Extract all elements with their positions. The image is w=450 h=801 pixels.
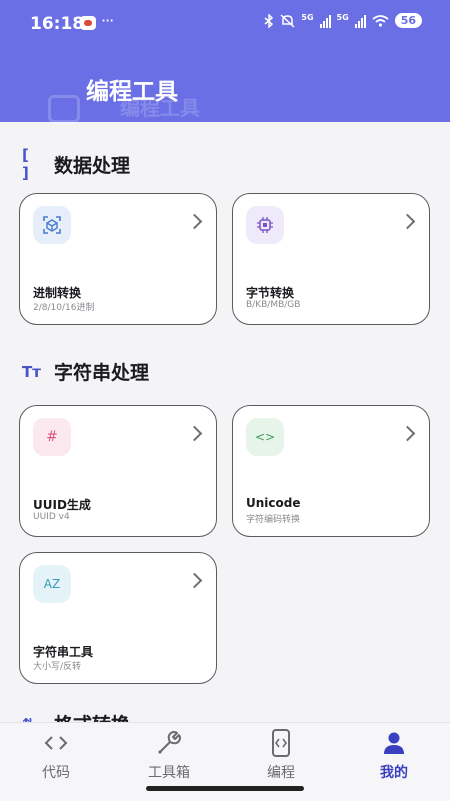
code-icon: <> <box>246 418 284 456</box>
network-a-label: 5G <box>301 13 314 22</box>
nav-label: 我的 <box>380 765 408 781</box>
card-base-convert[interactable]: 进制转换 2/8/10/16进制 <box>19 193 217 325</box>
status-bar: 16:18 ··· 5G 5G 56 <box>0 0 450 48</box>
card-description: 2/8/10/16进制 <box>33 303 95 313</box>
chevron-right-icon <box>399 425 416 442</box>
section-data-processing: [ ] 数据处理 <box>22 146 130 182</box>
signal-b-icon <box>354 14 366 28</box>
card-description: 大小写/反转 <box>33 662 82 672</box>
card-title: UUID生成 <box>33 498 91 512</box>
wifi-icon <box>372 15 389 27</box>
nav-label: 编程 <box>267 765 295 781</box>
card-byte-convert[interactable]: 字节转换 B/KB/MB/GB <box>232 193 430 325</box>
card-description: B/KB/MB/GB <box>246 300 301 310</box>
card-uuid[interactable]: # UUID生成 UUID v4 <box>19 405 217 537</box>
more-notifications: ··· <box>101 11 114 30</box>
nav-item-programming[interactable]: 编程 <box>236 729 326 782</box>
nav-label: 工具箱 <box>148 765 190 781</box>
card-title: 进制转换 <box>33 286 82 300</box>
card-title: 字符串工具 <box>33 645 94 659</box>
chevron-right-icon <box>399 213 416 230</box>
az-sort-icon: AZ <box>33 565 71 603</box>
chevron-right-icon <box>186 425 203 442</box>
chevron-right-icon <box>186 572 203 589</box>
home-indicator[interactable] <box>146 786 304 791</box>
battery-indicator: 56 <box>394 13 422 28</box>
person-icon <box>349 729 439 757</box>
card-string-tools[interactable]: AZ 字符串工具 大小写/反转 <box>19 552 217 684</box>
signal-a-icon <box>319 14 331 28</box>
page-title: 编程工具 <box>86 79 178 105</box>
hash-icon: # <box>33 418 71 456</box>
chevron-right-icon <box>186 213 203 230</box>
card-description: 字符编码转换 <box>246 515 301 525</box>
nav-item-mine[interactable]: 我的 <box>349 729 439 782</box>
cube-scan-icon <box>33 206 71 244</box>
app-header: 16:18 ··· 5G 5G 56 编程工具 编程工具 <box>0 0 450 123</box>
wrench-icon <box>124 729 214 757</box>
tool-list[interactable]: [ ] 数据处理 进制转换 2/8/10/16进制 字节转换 B/KB/MB/G… <box>0 122 450 722</box>
card-title: 字节转换 <box>246 286 295 300</box>
text-size-icon: Tт <box>22 362 41 381</box>
section-title: 数据处理 <box>54 154 131 177</box>
network-b-label: 5G <box>336 13 349 22</box>
device-code-icon <box>236 729 326 757</box>
chip-icon <box>246 206 284 244</box>
section-string-processing: Tт 字符串处理 <box>22 358 149 385</box>
app-notification-icon <box>80 16 96 30</box>
section-format-convert: ⇅ 格式转换 <box>22 710 130 722</box>
section-title: 格式转换 <box>54 710 130 722</box>
nav-item-toolbox[interactable]: 工具箱 <box>124 729 214 782</box>
brackets-icon: [ ] <box>22 146 29 182</box>
section-title: 字符串处理 <box>54 362 150 384</box>
status-time: 16:18 <box>30 14 85 34</box>
card-description: UUID v4 <box>33 512 70 522</box>
status-icons: 5G 5G 56 <box>264 13 422 28</box>
card-title: Unicode <box>246 496 301 510</box>
format-icon: ⇅ <box>22 715 40 723</box>
card-unicode[interactable]: <> Unicode 字符编码转换 <box>232 405 430 537</box>
nav-label: 代码 <box>42 765 70 781</box>
mute-bell-icon <box>280 13 295 28</box>
nav-item-code[interactable]: 代码 <box>11 729 101 782</box>
bluetooth-icon <box>264 13 274 28</box>
code-brackets-icon <box>11 729 101 757</box>
ghost-device-icon <box>48 95 80 123</box>
